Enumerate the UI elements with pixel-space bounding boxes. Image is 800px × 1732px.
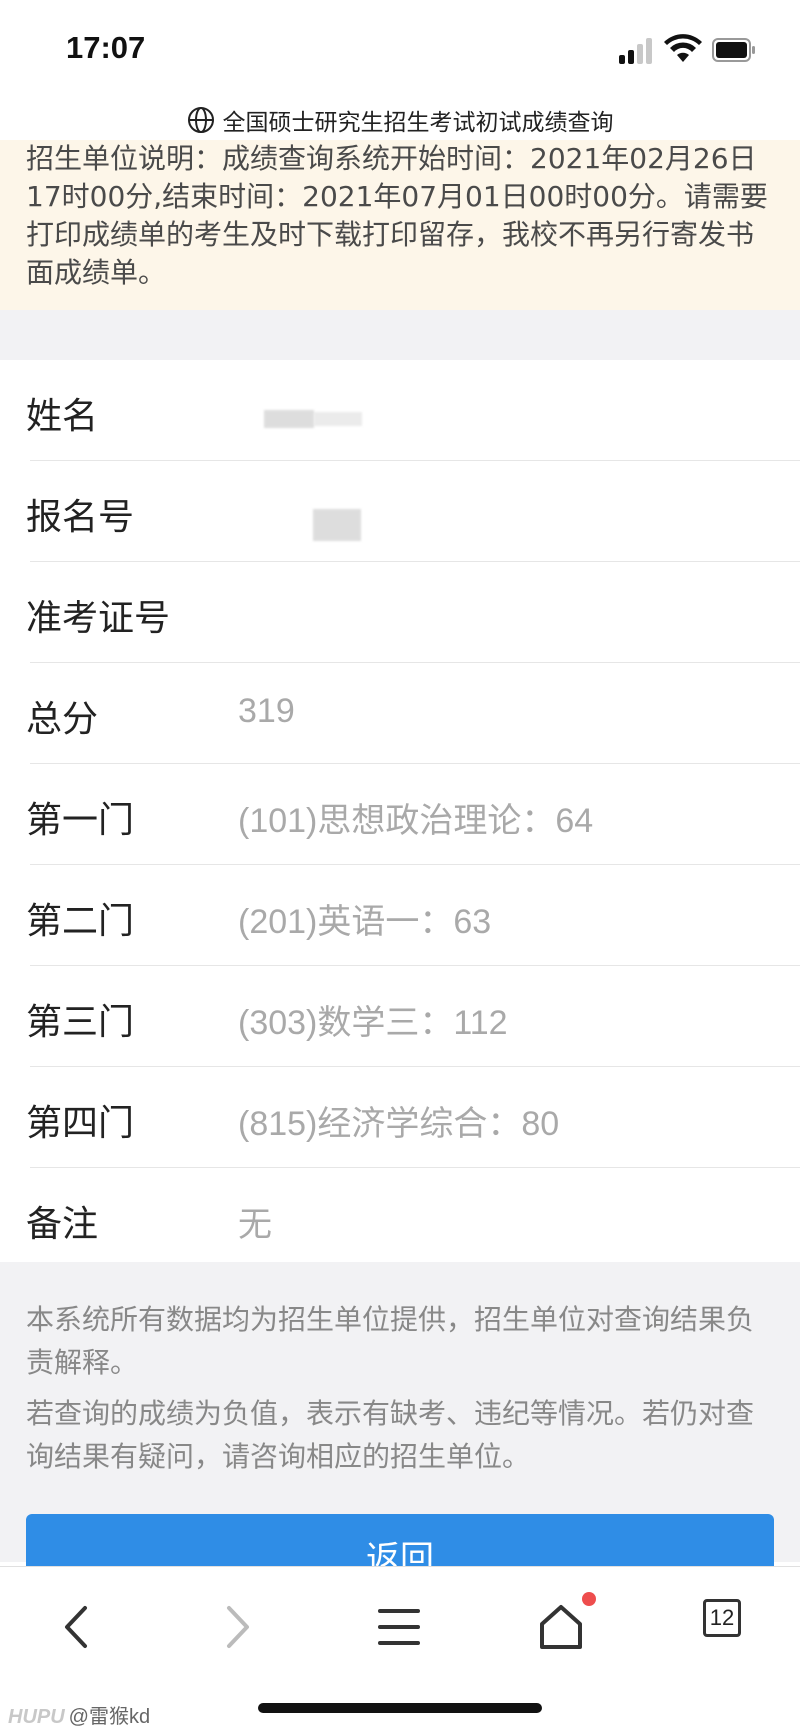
watermark-brand: HUPU (8, 1706, 65, 1728)
info-row-total-score: 总分 319 (26, 663, 800, 764)
footer-note-2: 若查询的成绩为负值，表示有缺考、违纪等情况。若仍对查询结果有疑问，请咨询相应的招… (26, 1397, 755, 1473)
cellular-signal-icon (619, 36, 655, 64)
notification-dot (582, 1592, 596, 1606)
info-label: 第四门 (26, 1103, 135, 1144)
info-row-name: 姓名 (26, 360, 800, 461)
info-row-admission-ticket: 准考证号 (26, 562, 800, 663)
redacted-name-2 (314, 412, 362, 426)
info-label: 姓名 (26, 396, 99, 437)
info-label: 备注 (26, 1204, 99, 1245)
notice-banner: 招生单位说明：成绩查询系统开始时间：2021年02月26日17时00分,结束时间… (0, 140, 800, 310)
info-label: 总分 (26, 699, 99, 740)
footer-note-1: 本系统所有数据均为招生单位提供，招生单位对查询结果负责解释。 (26, 1303, 755, 1379)
status-time: 17:07 (66, 30, 146, 65)
home-indicator (258, 1703, 542, 1713)
section-divider (0, 310, 800, 360)
redacted-registration-number (313, 509, 361, 541)
info-value: (201)英语一：63 (238, 903, 492, 941)
info-value: 无 (238, 1206, 272, 1244)
page-title: 全国硕士研究生招生考试初试成绩查询 (222, 110, 614, 136)
forward-button[interactable] (208, 1597, 268, 1657)
watermark-user: @雷猴kd (68, 1706, 151, 1728)
watermark: HUPU @雷猴kd (8, 1700, 150, 1729)
back-button[interactable] (46, 1597, 106, 1657)
info-label: 第三门 (26, 1002, 135, 1043)
forward-icon (227, 1606, 249, 1648)
info-row-registration-number: 报名号 (26, 461, 800, 562)
back-icon (65, 1606, 87, 1648)
home-button[interactable] (531, 1597, 591, 1657)
globe-icon (187, 107, 214, 133)
info-value: (815)经济学综合：80 (238, 1105, 560, 1143)
info-label: 第二门 (26, 901, 135, 942)
score-info-list: 姓名 报名号 准考证号 总分 319 第一门 (101)思想政治理论：64 第二… (0, 360, 800, 1268)
page-header: 全国硕士研究生招生考试初试成绩查询 (0, 100, 800, 140)
info-row-remarks: 备注 无 (26, 1168, 800, 1268)
info-value: 319 (238, 692, 295, 730)
info-label: 报名号 (26, 497, 135, 538)
battery-icon (712, 38, 755, 62)
info-row-subject-4: 第四门 (815)经济学综合：80 (26, 1067, 800, 1168)
menu-icon (378, 1609, 420, 1645)
info-label: 准考证号 (26, 598, 171, 639)
info-value: (101)思想政治理论：64 (238, 802, 594, 840)
status-bar: 17:07 (0, 0, 800, 100)
redacted-name (264, 410, 314, 428)
home-icon (540, 1605, 582, 1649)
info-row-subject-1: 第一门 (101)思想政治理论：64 (26, 764, 800, 865)
info-row-subject-2: 第二门 (201)英语一：63 (26, 865, 800, 966)
info-value: (303)数学三：112 (238, 1004, 508, 1042)
info-label: 第一门 (26, 800, 135, 841)
wifi-icon (664, 34, 702, 62)
info-row-subject-3: 第三门 (303)数学三：112 (26, 966, 800, 1067)
tabs-icon[interactable]: 12 (703, 1599, 741, 1637)
menu-button[interactable] (369, 1597, 429, 1657)
